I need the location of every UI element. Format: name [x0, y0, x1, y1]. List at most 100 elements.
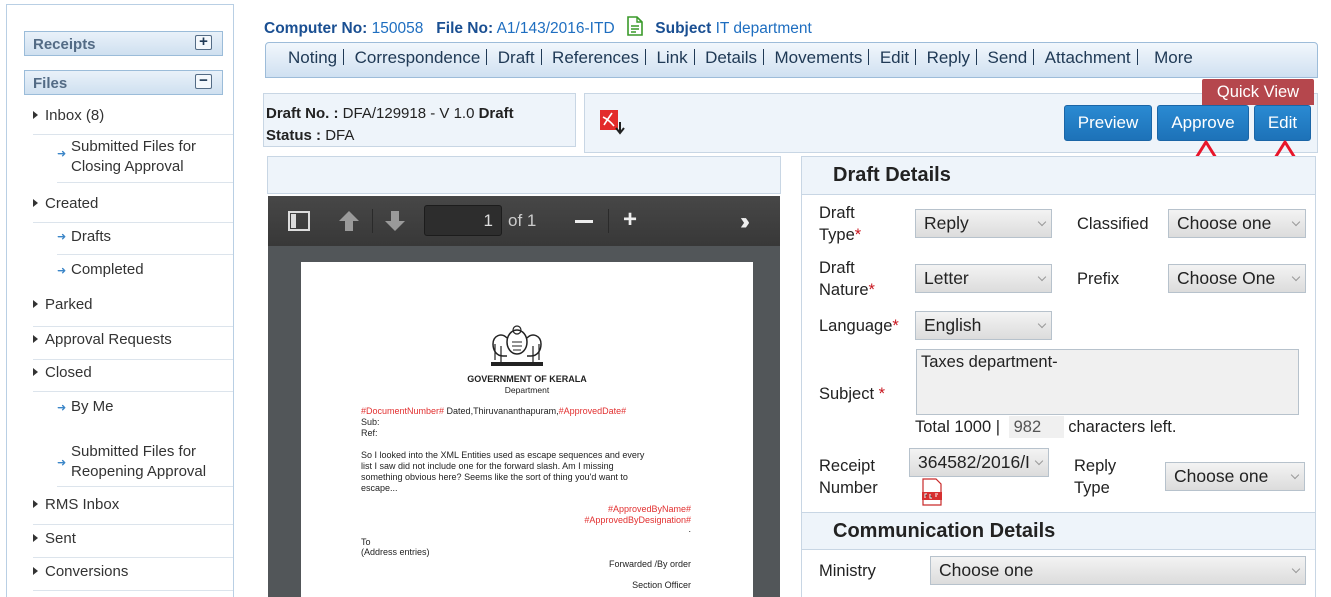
chars-left-value: 982 [1008, 416, 1064, 438]
sidebar-item-submitted-closing[interactable]: ➜ Submitted Files for Closing Approval [57, 135, 233, 183]
language-label: Language* [819, 317, 899, 335]
sidebar-item-completed[interactable]: ➜ Completed [57, 255, 233, 287]
collapse-icon[interactable]: − [195, 73, 212, 89]
reply-type-select[interactable]: Choose one [1165, 462, 1305, 491]
chevron-down-icon [1037, 217, 1047, 227]
chevron-down-icon [1037, 272, 1047, 282]
files-label: Files [33, 75, 68, 92]
zoom-in-icon[interactable]: + [623, 208, 637, 232]
arrow-right-icon: ➜ [57, 402, 67, 414]
sidebar-item-inbox[interactable]: Inbox (8) [33, 103, 233, 135]
draft-nature-select[interactable]: Letter [915, 264, 1052, 293]
pdf-toolbar: 1 of 1 + ›› [268, 196, 780, 246]
receipt-number-label: Receipt Number [819, 457, 878, 497]
prefix-select[interactable]: Choose One [1168, 264, 1306, 293]
computer-no-label: Computer No: [264, 20, 368, 37]
pdf-page: GOVERNMENT OF KERALA Department #Documen… [301, 262, 753, 597]
sidebar-item-rms-inbox[interactable]: RMS Inbox [33, 494, 233, 525]
subject-textarea[interactable]: Taxes department- [916, 349, 1299, 415]
document-edit-icon[interactable] [625, 16, 645, 41]
sidebar: Receipts + Files − Inbox (8) ➜ Submitted… [6, 4, 234, 597]
zoom-out-icon[interactable] [575, 220, 593, 223]
ministry-select[interactable]: Choose one [930, 556, 1306, 585]
files-section-header[interactable]: Files − [24, 70, 223, 95]
draft-type-select[interactable]: Reply [915, 209, 1052, 238]
menu-link[interactable]: Link [650, 43, 693, 73]
subject-label: Subject [655, 20, 712, 37]
sidebar-item-conversions[interactable]: Conversions [33, 558, 233, 591]
classified-label: Classified [1077, 215, 1149, 233]
computer-no-value: 150058 [371, 20, 424, 37]
edit-button[interactable]: Edit [1254, 105, 1311, 141]
caret-right-icon [33, 300, 38, 308]
receipts-section-header[interactable]: Receipts + [24, 31, 223, 56]
approve-button[interactable]: Approve [1157, 105, 1249, 141]
draft-no-label: Draft No. : [266, 105, 339, 122]
pdf-body-text: So I looked into the XML Entities used a… [361, 450, 645, 493]
menu-noting[interactable]: Noting [282, 43, 343, 73]
arrow-right-icon: ➜ [57, 457, 67, 469]
menu-edit[interactable]: Edit [874, 43, 915, 73]
previous-page-icon[interactable] [338, 210, 360, 237]
classified-select[interactable]: Choose one [1168, 209, 1306, 238]
file-no-label: File No: [436, 20, 494, 37]
draft-info-box: Draft No. : DFA/129918 - V 1.0 Draft Sta… [263, 93, 576, 147]
subject-field-label: Subject * [819, 385, 886, 403]
menu-send[interactable]: Send [982, 43, 1034, 73]
caret-right-icon [33, 368, 38, 376]
pdf-viewer: 1 of 1 + ›› GOVERNMENT OF KERALA Departm… [268, 196, 780, 597]
sidebar-item-closed[interactable]: Closed [33, 360, 233, 392]
arrow-right-icon: ➜ [57, 231, 67, 243]
language-select[interactable]: English [915, 311, 1052, 340]
quick-view-tab[interactable]: Quick View [1202, 79, 1314, 105]
sidebar-item-by-me[interactable]: ➜ By Me [57, 392, 233, 423]
char-counter: Total 1000 | 982 characters left. [915, 416, 1177, 438]
menu-attachment[interactable]: Attachment [1039, 43, 1137, 73]
sidebar-item-approval-requests[interactable]: Approval Requests [33, 327, 233, 360]
pdf-download-icon[interactable] [598, 108, 628, 143]
kerala-emblem-icon [491, 325, 543, 366]
reply-type-label: Reply Type [1074, 457, 1117, 497]
chevron-down-icon [1291, 272, 1301, 282]
menu-details[interactable]: Details [699, 43, 763, 73]
sidebar-item-created[interactable]: Created [33, 193, 233, 223]
pdf-document-number: #DocumentNumber# [361, 406, 445, 416]
sidebar-item-submitted-reopening[interactable]: ➜ Submitted Files for Reopening Approval [57, 437, 233, 487]
menu-more[interactable]: More [1142, 43, 1199, 73]
receipt-number-select[interactable]: 364582/2016/I [909, 448, 1049, 477]
menu-reply[interactable]: Reply [921, 43, 976, 73]
menu-references[interactable]: References [546, 43, 645, 73]
draft-status-value: DFA [325, 127, 355, 144]
draft-details-panel: Draft Details Draft Type* Reply Classifie… [801, 156, 1316, 597]
communication-details-header: Communication Details [802, 512, 1315, 550]
prefix-label: Prefix [1077, 270, 1120, 288]
page-number-input[interactable]: 1 [424, 205, 502, 236]
caret-right-icon [33, 534, 38, 542]
caret-right-icon [33, 335, 38, 343]
ministry-label: Ministry [819, 562, 876, 580]
sidebar-item-drafts[interactable]: ➜ Drafts [57, 223, 233, 255]
sidebar-toggle-icon[interactable] [288, 211, 310, 236]
draft-status-label: Draft [478, 105, 514, 122]
sidebar-item-sent[interactable]: Sent [33, 525, 233, 558]
pdf-file-icon[interactable] [921, 478, 943, 511]
menu-movements[interactable]: Movements [769, 43, 869, 73]
draft-type-label: Draft Type* [819, 204, 862, 244]
receipts-label: Receipts [33, 36, 96, 53]
caret-right-icon [33, 111, 38, 119]
next-page-icon[interactable] [384, 210, 406, 237]
expand-icon[interactable]: + [195, 34, 212, 50]
menu-draft[interactable]: Draft [492, 43, 541, 73]
caret-right-icon [33, 567, 38, 575]
chevron-down-icon [1291, 217, 1301, 227]
file-info-bar: Computer No: 150058 File No: A1/143/2016… [264, 16, 812, 41]
sidebar-item-parked[interactable]: Parked [33, 294, 233, 327]
draft-nature-label: Draft Nature* [819, 259, 875, 299]
menu-correspondence[interactable]: Correspondence [349, 43, 487, 73]
pdf-header-strip [267, 156, 781, 194]
file-no-value: A1/143/2016-ITD [496, 20, 615, 37]
chevron-down-icon [1290, 470, 1300, 480]
double-chevron-right-icon[interactable]: ›› [740, 208, 750, 236]
pdf-gov-heading: GOVERNMENT OF KERALA [467, 374, 587, 384]
preview-button[interactable]: Preview [1064, 105, 1152, 141]
